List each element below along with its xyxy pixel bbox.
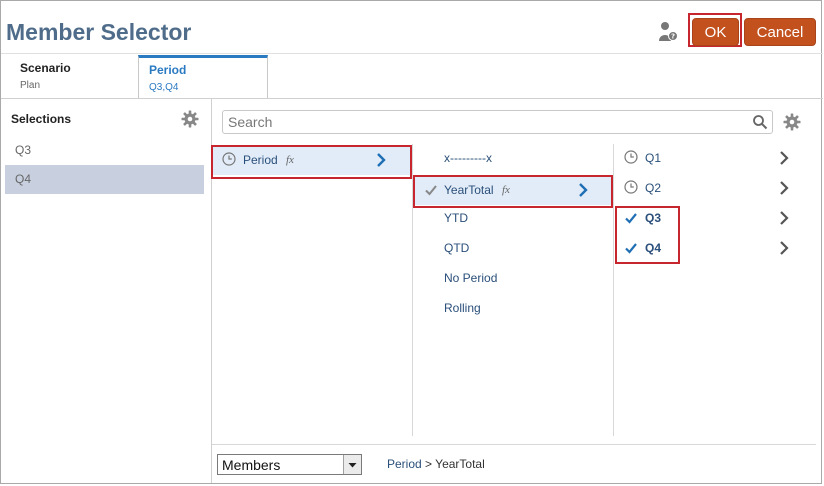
member-label: No Period <box>444 271 498 285</box>
search-gear-icon[interactable] <box>783 113 801 131</box>
q3-q4-highlight <box>615 206 680 264</box>
selections-title: Selections <box>11 112 72 126</box>
dialog-header: Member Selector ? OK Cancel <box>1 1 823 54</box>
chevron-right-icon[interactable] <box>779 181 789 195</box>
dropdown-arrow[interactable] <box>343 455 361 474</box>
breadcrumb-current: YearTotal <box>435 457 485 471</box>
chevron-right-icon[interactable] <box>779 241 789 255</box>
member-row-qtd[interactable]: QTD <box>414 233 612 263</box>
svg-text:?: ? <box>671 33 675 41</box>
member-label: Q1 <box>645 151 662 165</box>
clock-icon <box>624 150 638 164</box>
selection-item-q4[interactable]: Q4 <box>5 165 204 194</box>
chevron-right-icon[interactable] <box>779 151 789 165</box>
member-row-ytd[interactable]: YTD <box>414 203 612 233</box>
page-title: Member Selector <box>6 19 192 45</box>
member-label: x---------x <box>444 151 492 165</box>
selections-panel: Selections Q3 Q4 <box>1 99 212 483</box>
dropdown-value: Members <box>222 457 281 473</box>
chevron-right-icon[interactable] <box>779 211 789 225</box>
breadcrumb-separator: > <box>425 457 433 471</box>
chevron-down-icon <box>348 463 357 468</box>
footer-bar: Members Period > YearTotal <box>212 445 816 483</box>
search-box <box>222 110 773 134</box>
tab-period[interactable]: Period Q3,Q4 <box>138 55 268 99</box>
member-row-q2[interactable]: Q2 <box>615 173 805 203</box>
member-label: Rolling <box>444 301 481 315</box>
tab-scenario[interactable]: Scenario Plan <box>11 55 136 99</box>
tab-scenario-title: Scenario <box>20 61 71 75</box>
column-divider <box>613 144 614 436</box>
period-highlight <box>211 145 412 179</box>
tab-scenario-value: Plan <box>20 80 41 91</box>
member-label: QTD <box>444 241 470 255</box>
clock-icon <box>624 180 638 194</box>
member-row-q1[interactable]: Q1 <box>615 143 805 173</box>
member-type-dropdown[interactable]: Members <box>217 454 362 475</box>
member-row-no-period[interactable]: No Period <box>414 263 612 293</box>
cancel-button[interactable]: Cancel <box>744 18 816 46</box>
member-row-separator[interactable]: x---------x <box>414 143 612 173</box>
member-row-rolling[interactable]: Rolling <box>414 293 612 323</box>
selection-item-q3[interactable]: Q3 <box>5 136 204 165</box>
ok-button[interactable]: OK <box>692 18 739 46</box>
member-selector-dialog: Member Selector ? OK Cancel Scenario Pla… <box>0 0 823 484</box>
selections-gear-icon[interactable] <box>181 110 199 128</box>
breadcrumb: Period > YearTotal <box>387 457 485 471</box>
breadcrumb-link-period[interactable]: Period <box>387 457 422 471</box>
search-input[interactable] <box>228 113 748 131</box>
member-label: YTD <box>444 211 468 225</box>
search-icon[interactable] <box>752 114 768 130</box>
tab-period-title: Period <box>149 63 187 77</box>
member-label: Q2 <box>645 181 662 195</box>
user-help-icon[interactable]: ? <box>658 21 678 43</box>
tab-period-value: Q3,Q4 <box>149 82 179 93</box>
